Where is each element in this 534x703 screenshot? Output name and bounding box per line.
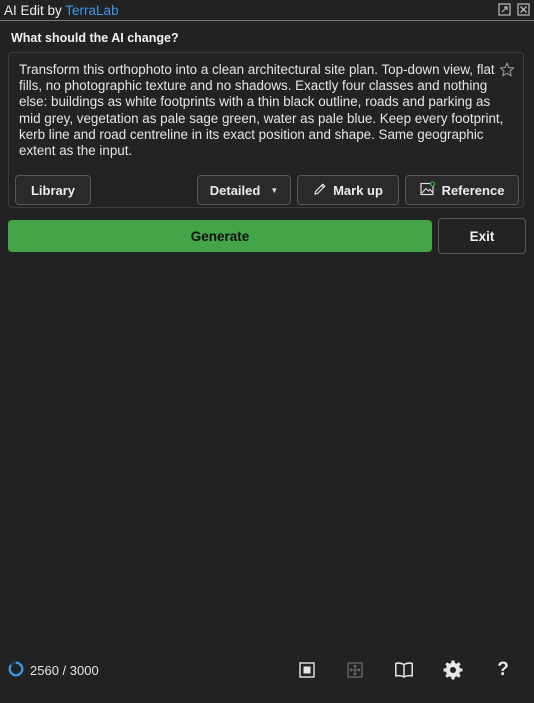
mark-up-label: Mark up	[333, 182, 383, 198]
library-button-label: Library	[30, 182, 76, 198]
star-icon[interactable]	[499, 62, 515, 78]
crop-move-icon[interactable]	[344, 659, 366, 681]
credits-progress-ring-icon	[8, 661, 24, 680]
library-button[interactable]: Library	[15, 175, 91, 205]
image-add-icon	[419, 181, 436, 199]
credits-count: 2560 / 3000	[30, 662, 99, 678]
detail-level-dropdown[interactable]: Detailed ▼	[197, 175, 291, 205]
close-icon[interactable]	[517, 3, 530, 16]
prompt-textarea[interactable]: Transform this orthophoto into a clean a…	[19, 62, 505, 159]
generate-label: Generate	[190, 228, 250, 244]
brand-name: TerraLab	[65, 2, 119, 18]
window-title: AI Edit by TerraLab	[4, 3, 119, 18]
prompt-label: What should the AI change?	[11, 31, 179, 45]
title-bar: AI Edit by TerraLab	[0, 0, 534, 21]
gear-icon[interactable]	[442, 659, 464, 681]
mark-up-button[interactable]: Mark up	[297, 175, 399, 205]
frame-select-icon[interactable]	[296, 659, 318, 681]
prompt-panel: Transform this orthophoto into a clean a…	[8, 52, 524, 208]
help-icon[interactable]: ?	[492, 659, 514, 681]
exit-label: Exit	[469, 228, 495, 244]
reference-label: Reference	[441, 182, 505, 198]
credits-indicator: 2560 / 3000	[8, 661, 99, 679]
reference-button[interactable]: Reference	[405, 175, 519, 205]
exit-button[interactable]: Exit	[438, 218, 526, 254]
window-title-prefix: AI Edit by	[4, 2, 66, 18]
generate-button[interactable]: Generate	[8, 220, 432, 252]
float-window-icon[interactable]	[498, 3, 511, 16]
detail-level-value: Detailed	[209, 182, 261, 198]
chevron-down-icon: ▼	[270, 185, 279, 195]
pencil-icon	[313, 182, 327, 199]
book-icon[interactable]	[393, 659, 415, 681]
